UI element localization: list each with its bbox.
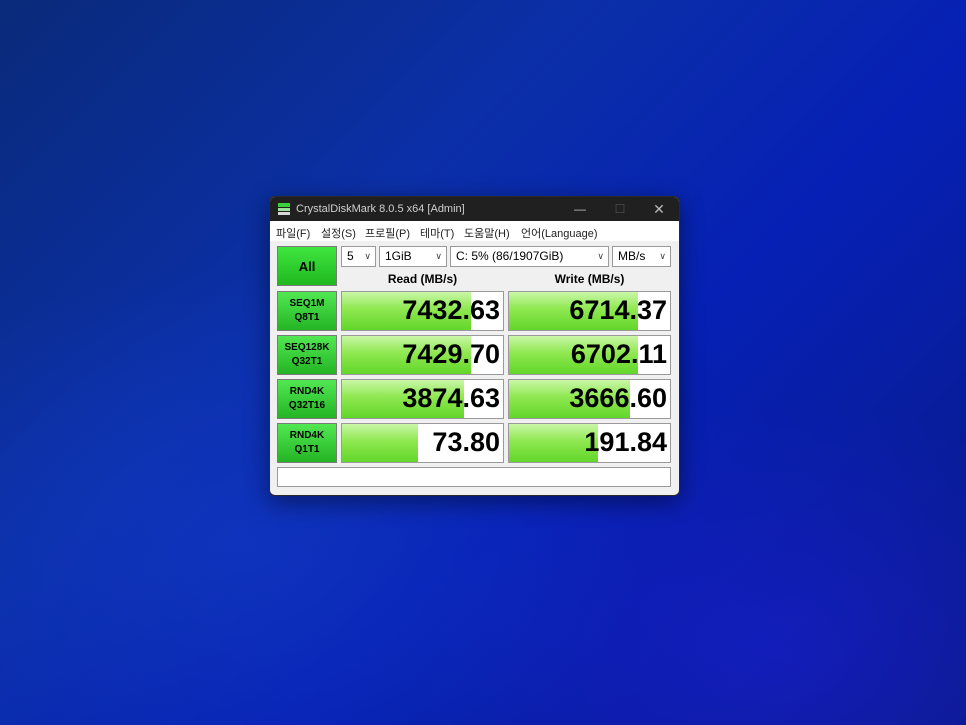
result-value: 73.80	[432, 427, 500, 457]
test-label-line1: RND4K	[289, 430, 325, 441]
chevron-down-icon: ∨	[435, 251, 442, 261]
test-label-line2: Q8T1	[294, 312, 320, 323]
result-value: 6714.37	[569, 295, 667, 325]
result-write: 6702.11	[508, 335, 671, 375]
result-value: 7429.70	[402, 339, 500, 369]
result-value: 3874.63	[402, 383, 500, 413]
menu-theme[interactable]: 테마(T)	[420, 225, 454, 241]
result-write: 3666.60	[508, 379, 671, 419]
chevron-down-icon: ∨	[659, 251, 666, 261]
maximize-button[interactable]: ☐	[600, 197, 640, 221]
count-select[interactable]: 5 ∨	[341, 246, 376, 267]
result-bar	[342, 424, 418, 462]
chevron-down-icon: ∨	[597, 251, 604, 261]
size-select[interactable]: 1GiB ∨	[379, 246, 447, 267]
drive-select[interactable]: C: 5% (86/1907GiB) ∨	[450, 246, 609, 267]
write-header: Write (MB/s)	[554, 272, 625, 286]
all-button[interactable]: All	[277, 246, 337, 286]
test-label-line2: Q32T16	[288, 400, 326, 411]
test-button-rnd4k-q32t16[interactable]: RND4K Q32T16	[277, 379, 337, 419]
menu-help[interactable]: 도움말(H)	[464, 225, 510, 241]
test-button-seq128k-q32t1[interactable]: SEQ128K Q32T1	[277, 335, 337, 375]
menu-settings[interactable]: 설정(S)	[321, 225, 356, 241]
title-bar[interactable]: CrystalDiskMark 8.0.5 x64 [Admin] — ☐ ✕	[270, 197, 679, 221]
unit-value: MB/s	[618, 249, 646, 263]
count-value: 5	[347, 249, 354, 263]
menu-profile[interactable]: 프로필(P)	[365, 225, 410, 241]
drive-value: C: 5% (86/1907GiB)	[456, 249, 564, 263]
crystaldiskmark-window: CrystalDiskMark 8.0.5 x64 [Admin] — ☐ ✕ …	[269, 196, 680, 496]
test-label-line2: Q1T1	[294, 444, 320, 455]
chevron-down-icon: ∨	[364, 251, 371, 261]
menu-bar: 파일(F) 설정(S) 프로필(P) 테마(T) 도움말(H) 언어(Langu…	[270, 221, 679, 241]
result-value: 6702.11	[570, 339, 667, 369]
test-label-line1: SEQ1M	[289, 298, 325, 309]
menu-language[interactable]: 언어(Language)	[521, 225, 598, 241]
result-value: 191.84	[584, 427, 667, 457]
result-read: 7432.63	[341, 291, 504, 331]
test-label-line2: Q32T1	[291, 356, 323, 367]
result-write: 6714.37	[508, 291, 671, 331]
menu-file[interactable]: 파일(F)	[276, 225, 310, 241]
comment-field[interactable]	[277, 467, 671, 487]
result-read: 7429.70	[341, 335, 504, 375]
unit-select[interactable]: MB/s ∨	[612, 246, 671, 267]
result-value: 7432.63	[402, 295, 500, 325]
window-title: CrystalDiskMark 8.0.5 x64 [Admin]	[296, 203, 465, 215]
minimize-button[interactable]: —	[560, 197, 600, 221]
result-read: 3874.63	[341, 379, 504, 419]
close-button[interactable]: ✕	[639, 197, 679, 221]
crystaldiskmark-icon	[278, 203, 290, 215]
test-button-rnd4k-q1t1[interactable]: RND4K Q1T1	[277, 423, 337, 463]
result-write: 191.84	[508, 423, 671, 463]
test-button-seq1m-q8t1[interactable]: SEQ1M Q8T1	[277, 291, 337, 331]
size-value: 1GiB	[385, 249, 412, 263]
test-label-line1: RND4K	[289, 386, 325, 397]
result-read: 73.80	[341, 423, 504, 463]
read-header: Read (MB/s)	[387, 272, 458, 286]
test-label-line1: SEQ128K	[284, 342, 330, 353]
result-value: 3666.60	[569, 383, 667, 413]
